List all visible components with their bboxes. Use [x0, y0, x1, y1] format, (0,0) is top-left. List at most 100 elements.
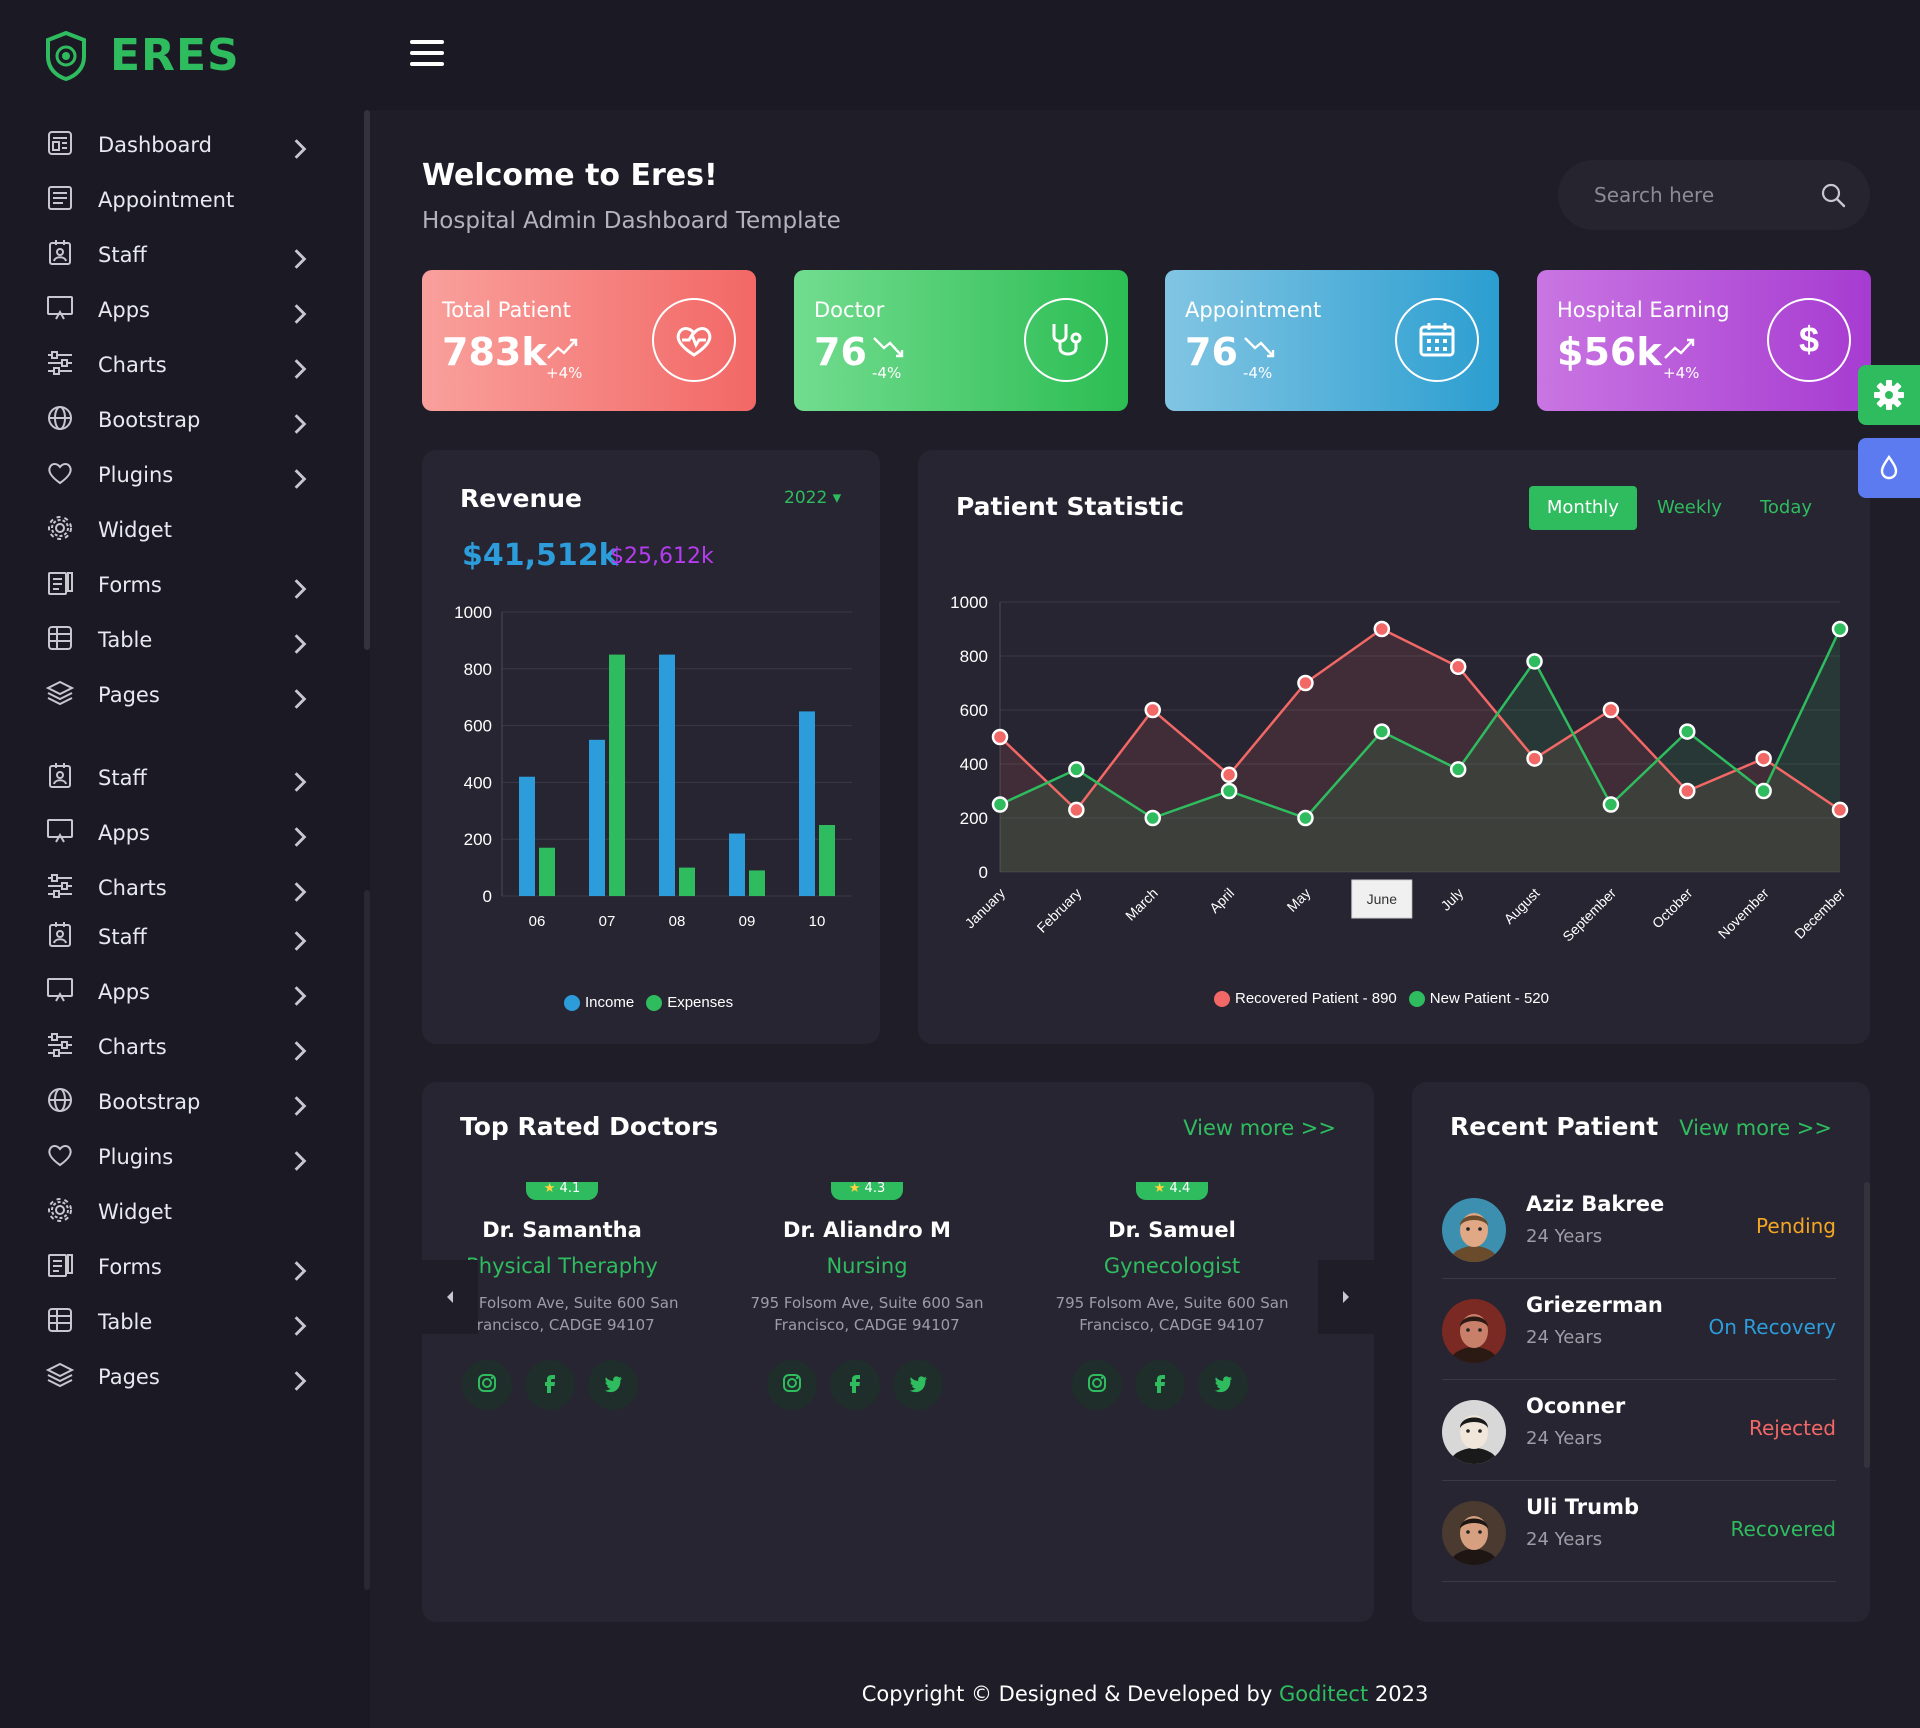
- stat-card-hospital-earning[interactable]: Hospital Earning $56k +4% $: [1537, 270, 1871, 411]
- top-doctors-panel: Top Rated Doctors View more >> ★ 4.1 Dr. …: [422, 1082, 1374, 1622]
- sidebar-item-staff[interactable]: Staff: [44, 915, 307, 959]
- legend-item[interactable]: Expenses: [646, 994, 733, 1011]
- data-point[interactable]: [1679, 723, 1696, 740]
- data-point[interactable]: [1602, 796, 1620, 813]
- search-icon[interactable]: [1820, 182, 1846, 208]
- data-point[interactable]: [1755, 750, 1772, 767]
- data-point[interactable]: [991, 796, 1009, 813]
- sidebar-item-staff[interactable]: Staff: [44, 233, 307, 277]
- data-point[interactable]: [1526, 653, 1543, 670]
- sidebar-item-pages[interactable]: Pages: [44, 673, 307, 717]
- facebook-button[interactable]: [830, 1360, 880, 1410]
- bar-expenses[interactable]: [819, 825, 835, 896]
- chevron-right-icon: [284, 463, 307, 489]
- doctors-view-more-link[interactable]: View more >>: [1183, 1116, 1336, 1140]
- patient-list-scrollbar[interactable]: [1864, 1182, 1870, 1468]
- sidebar-item-charts[interactable]: Charts: [44, 1025, 307, 1069]
- tab-weekly[interactable]: Weekly: [1639, 486, 1740, 530]
- data-point[interactable]: [991, 728, 1009, 746]
- bar-expenses[interactable]: [539, 847, 555, 896]
- settings-fab-button[interactable]: [1858, 365, 1920, 425]
- legend-item[interactable]: Recovered Patient - 890: [1214, 990, 1397, 1007]
- data-point[interactable]: [1068, 801, 1085, 819]
- sidebar-item-widget[interactable]: Widget: [44, 1190, 304, 1234]
- stat-card-appointment[interactable]: Appointment 76 -4%: [1165, 270, 1499, 411]
- x-tick-label: April: [1206, 885, 1237, 916]
- twitter-button[interactable]: [893, 1360, 943, 1410]
- logo[interactable]: ERES: [44, 30, 240, 81]
- sidebar-item-table[interactable]: Table: [44, 1300, 307, 1344]
- data-point[interactable]: [1220, 766, 1238, 784]
- facebook-button[interactable]: [525, 1360, 575, 1410]
- menu-toggle-button[interactable]: [410, 40, 444, 70]
- bar-income[interactable]: [799, 711, 815, 896]
- sidebar-item-charts[interactable]: Charts: [44, 866, 307, 910]
- sidebar-item-forms[interactable]: Forms: [44, 563, 307, 607]
- sidebar-item-staff[interactable]: Staff: [44, 756, 307, 800]
- data-point[interactable]: [1373, 620, 1391, 638]
- tab-today[interactable]: Today: [1742, 486, 1830, 530]
- search-input[interactable]: [1594, 178, 1814, 212]
- data-point[interactable]: [1297, 674, 1314, 692]
- data-point[interactable]: [1297, 809, 1314, 827]
- bar-income[interactable]: [589, 739, 605, 896]
- data-point[interactable]: [1831, 620, 1849, 638]
- sidebar-item-forms[interactable]: Forms: [44, 1245, 307, 1289]
- sidebar-item-pages[interactable]: Pages: [44, 1355, 307, 1399]
- sidebar-item-bootstrap[interactable]: Bootstrap: [44, 398, 307, 442]
- data-point[interactable]: [1373, 723, 1391, 740]
- data-point[interactable]: [1602, 701, 1620, 719]
- sidebar-item-dashboard[interactable]: Dashboard: [44, 123, 307, 167]
- bar-income[interactable]: [729, 833, 745, 896]
- sidebar-item-plugins[interactable]: Plugins: [44, 453, 307, 497]
- data-point[interactable]: [1220, 782, 1238, 800]
- sidebar-item-apps[interactable]: Apps: [44, 288, 307, 332]
- data-point[interactable]: [1679, 782, 1696, 800]
- patient-row[interactable]: Griezerman 24 Years On Recovery: [1442, 1279, 1836, 1380]
- data-point[interactable]: [1068, 761, 1085, 778]
- sidebar-item-appointment[interactable]: Appointment: [44, 178, 304, 222]
- carousel-prev-button[interactable]: [422, 1260, 478, 1334]
- year-dropdown[interactable]: 2022 ▾: [784, 488, 841, 508]
- data-point[interactable]: [1144, 701, 1161, 719]
- data-point[interactable]: [1144, 809, 1161, 827]
- theme-fab-button[interactable]: [1858, 438, 1920, 498]
- sidebar-item-plugins[interactable]: Plugins: [44, 1135, 307, 1179]
- data-point[interactable]: [1449, 761, 1467, 778]
- tab-monthly[interactable]: Monthly: [1528, 486, 1637, 530]
- data-point[interactable]: [1755, 782, 1772, 800]
- patient-row[interactable]: Uli Trumb 24 Years Recovered: [1442, 1481, 1836, 1582]
- legend-item[interactable]: New Patient - 520: [1408, 990, 1549, 1007]
- data-point[interactable]: [1831, 801, 1849, 819]
- bar-expenses[interactable]: [609, 654, 625, 896]
- sidebar-item-charts[interactable]: Charts: [44, 343, 307, 387]
- stat-card-total-patient[interactable]: Total Patient 783k +4%: [422, 270, 756, 411]
- twitter-button[interactable]: [588, 1360, 638, 1410]
- footer-brand-link[interactable]: Goditect: [1279, 1682, 1368, 1706]
- patients-view-more-link[interactable]: View more >>: [1679, 1116, 1832, 1140]
- carousel-next-button[interactable]: [1318, 1260, 1374, 1334]
- data-point[interactable]: [1449, 658, 1467, 676]
- instagram-button[interactable]: [767, 1360, 817, 1410]
- instagram-button[interactable]: [1072, 1360, 1122, 1410]
- sidebar-item-bootstrap[interactable]: Bootstrap: [44, 1080, 307, 1124]
- bar-expenses[interactable]: [679, 867, 695, 896]
- sidebar-item-widget[interactable]: Widget: [44, 508, 304, 552]
- legend-item[interactable]: Income: [564, 994, 634, 1011]
- data-point[interactable]: [1526, 750, 1543, 767]
- sidebar-item-table[interactable]: Table: [44, 618, 307, 662]
- bar-income[interactable]: [519, 776, 535, 896]
- bar-expenses[interactable]: [749, 870, 765, 896]
- stat-card-doctor[interactable]: Doctor 76 -4%: [794, 270, 1128, 411]
- chevron-right-icon: [284, 1035, 307, 1061]
- sidebar-item-apps[interactable]: Apps: [44, 811, 307, 855]
- patient-row[interactable]: Oconner 24 Years Rejected: [1442, 1380, 1836, 1481]
- facebook-button[interactable]: [1135, 1360, 1185, 1410]
- bar-income[interactable]: [659, 654, 675, 896]
- instagram-icon: [781, 1372, 803, 1398]
- twitter-button[interactable]: [1198, 1360, 1248, 1410]
- instagram-button[interactable]: [462, 1360, 512, 1410]
- sidebar-item-apps[interactable]: Apps: [44, 970, 307, 1014]
- patient-row[interactable]: Aziz Bakree 24 Years Pending: [1442, 1178, 1836, 1279]
- revenue-legend: Income Expenses: [564, 994, 745, 1011]
